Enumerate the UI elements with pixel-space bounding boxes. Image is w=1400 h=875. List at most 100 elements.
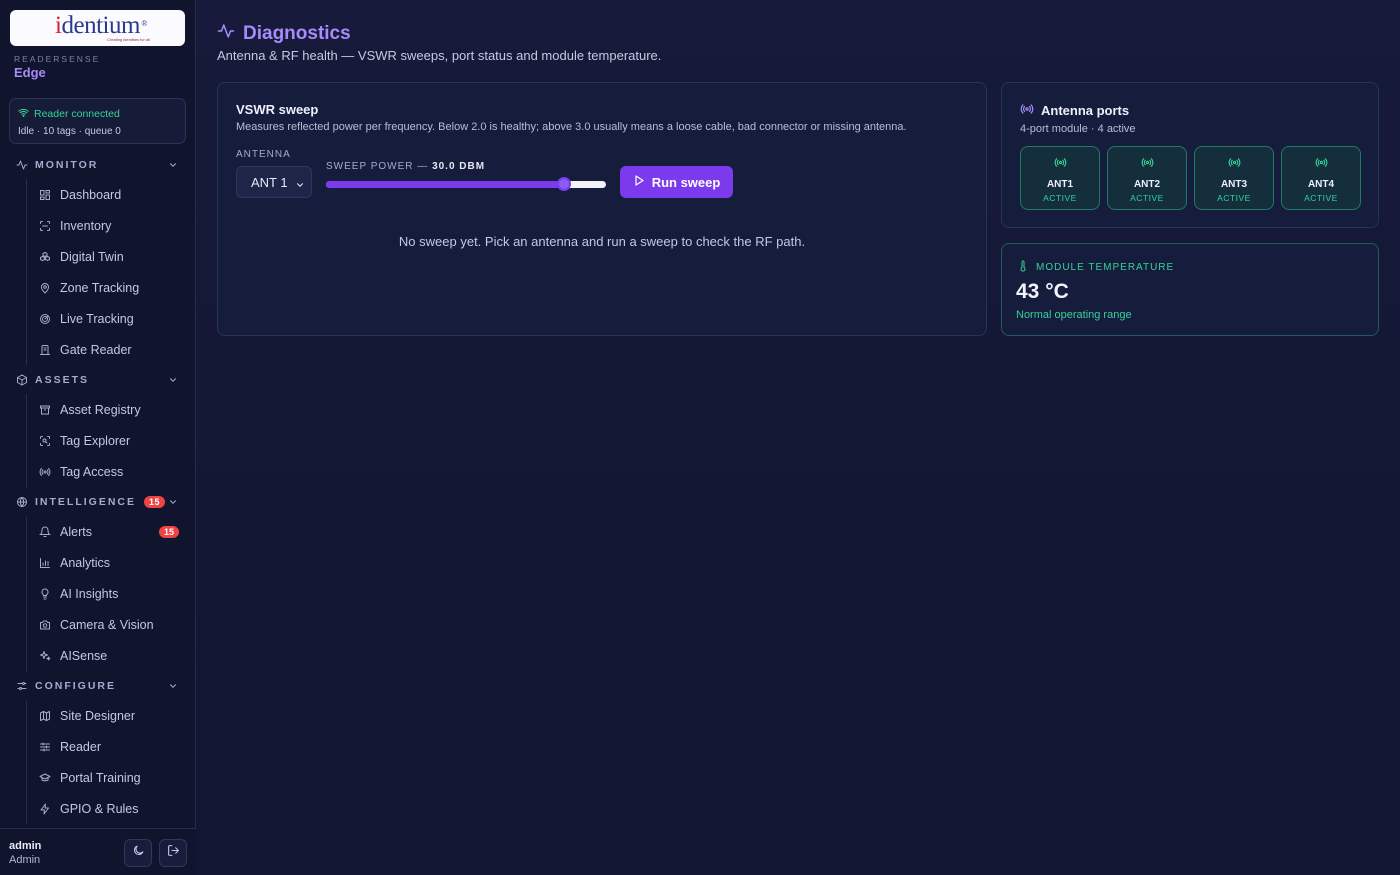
sidebar-item-reader[interactable]: Reader [27, 731, 187, 762]
sidebar-item-label: Live Tracking [60, 311, 134, 326]
product-edition: Edge [14, 65, 46, 80]
vswr-sweep-card: VSWR sweep Measures reflected power per … [217, 82, 987, 336]
sidebar-item-label: Alerts [60, 524, 92, 539]
sidebar-item-label: Gate Reader [60, 342, 132, 357]
nav-section-configure[interactable]: CONFIGURE [0, 674, 196, 698]
nav-group-monitor: Dashboard Inventory Digital Twin Zone Tr… [26, 179, 187, 365]
sidebar: identium ® Creating identities for all RE… [0, 0, 196, 875]
activity-icon [16, 159, 28, 171]
sidebar-item-asset-registry[interactable]: Asset Registry [27, 394, 187, 425]
card-title: Antenna ports [1041, 103, 1130, 118]
scan-icon [39, 220, 51, 232]
sidebar-item-tag-explorer[interactable]: Tag Explorer [27, 425, 187, 456]
card-subtitle: 4-port module · 4 active [1020, 123, 1136, 135]
antenna-port-ant3[interactable]: ANT3 ACTIVE [1194, 146, 1274, 210]
radio-icon [1020, 102, 1034, 119]
run-sweep-button[interactable]: Run sweep [620, 166, 733, 198]
gate-icon [39, 344, 51, 356]
sliders-icon [39, 741, 51, 753]
user-bar: admin Admin [0, 828, 196, 875]
nav-section-label: INTELLIGENCE [35, 496, 137, 508]
theme-toggle-button[interactable] [124, 839, 152, 867]
sidebar-item-label: Portal Training [60, 770, 141, 785]
sidebar-item-digital-twin[interactable]: Digital Twin [27, 241, 187, 272]
sidebar-item-site-designer[interactable]: Site Designer [27, 700, 187, 731]
radar-icon [39, 313, 51, 325]
sidebar-item-gate-reader[interactable]: Gate Reader [27, 334, 187, 365]
antenna-label: ANTENNA [236, 149, 291, 160]
nav-section-assets[interactable]: ASSETS [0, 368, 196, 392]
page-title: Diagnostics [243, 22, 351, 44]
sidebar-item-dashboard[interactable]: Dashboard [27, 179, 187, 210]
antenna-port-ant2[interactable]: ANT2 ACTIVE [1107, 146, 1187, 210]
globe-icon [16, 496, 28, 508]
port-status: ACTIVE [1304, 193, 1338, 203]
logout-button[interactable] [159, 839, 187, 867]
sidebar-item-aisense[interactable]: AISense [27, 640, 187, 671]
main-content: Diagnostics Antenna & RF health — VSWR s… [196, 0, 1400, 875]
sweep-power-value: 30.0 DBM [432, 161, 486, 172]
antenna-port-ant4[interactable]: ANT4 ACTIVE [1281, 146, 1361, 210]
brand-logo[interactable]: identium ® Creating identities for all [10, 10, 185, 46]
graduation-cap-icon [39, 772, 51, 784]
sidebar-item-live-tracking[interactable]: Live Tracking [27, 303, 187, 334]
sidebar-item-label: Camera & Vision [60, 617, 154, 632]
sidebar-item-ai-insights[interactable]: AI Insights [27, 578, 187, 609]
connection-detail: Idle · 10 tags · queue 0 [18, 126, 121, 137]
port-name: ANT4 [1307, 179, 1335, 190]
run-sweep-label: Run sweep [651, 174, 721, 190]
nav-group-configure: Site Designer Reader Portal Training GPI… [26, 700, 187, 824]
nav-section-label: CONFIGURE [35, 680, 116, 692]
sidebar-item-label: Tag Access [60, 464, 124, 479]
card-header: Antenna ports [1020, 102, 1129, 119]
activity-icon [217, 22, 235, 45]
sidebar-item-analytics[interactable]: Analytics [27, 547, 187, 578]
radio-icon [1228, 156, 1241, 174]
chevron-down-icon [168, 497, 178, 510]
port-name: ANT2 [1133, 179, 1161, 190]
settings-sliders-icon [16, 680, 28, 692]
card-title: VSWR sweep [236, 102, 319, 117]
alert-count-badge: 15 [144, 496, 166, 508]
scan-search-icon [39, 435, 51, 447]
sidebar-item-camera-vision[interactable]: Camera & Vision [27, 609, 187, 640]
bar-chart-icon [39, 557, 51, 569]
chevron-down-icon [168, 375, 178, 388]
nav-section-intelligence[interactable]: INTELLIGENCE 15 [0, 490, 196, 514]
user-name: admin [9, 840, 42, 852]
camera-icon [39, 619, 51, 631]
nav-group-assets: Asset Registry Tag Explorer Tag Access [26, 394, 187, 487]
reader-connection-card: Reader connected Idle · 10 tags · queue … [9, 98, 186, 144]
sidebar-item-portal-training[interactable]: Portal Training [27, 762, 187, 793]
sidebar-item-label: Asset Registry [60, 402, 141, 417]
archive-icon [39, 404, 51, 416]
user-role: Admin [9, 854, 41, 866]
nav-section-label: MONITOR [35, 159, 99, 171]
alerts-count-badge: 15 [158, 525, 179, 538]
antenna-ports-card: Antenna ports 4-port module · 4 active A… [1001, 82, 1379, 228]
sweep-power-slider[interactable] [326, 177, 606, 191]
logo-wordmark: identium ® [55, 11, 147, 39]
wifi-icon [18, 107, 29, 121]
sidebar-item-alerts[interactable]: Alerts 15 [27, 516, 187, 547]
antenna-port-ant1[interactable]: ANT1 ACTIVE [1020, 146, 1100, 210]
sidebar-item-label: Zone Tracking [60, 280, 140, 295]
card-header: MODULE TEMPERATURE [1017, 260, 1174, 275]
connection-status: Reader connected [34, 108, 120, 120]
sidebar-item-zone-tracking[interactable]: Zone Tracking [27, 272, 187, 303]
boxes-icon [39, 251, 51, 263]
nav-section-monitor[interactable]: MONITOR [0, 153, 196, 177]
temperature-value: 43 °C [1016, 280, 1069, 303]
antenna-select[interactable]: ANT 1 [236, 166, 312, 198]
page-header: Diagnostics [217, 22, 351, 45]
sidebar-item-label: Site Designer [60, 708, 136, 723]
sidebar-item-label: Inventory [60, 218, 112, 233]
sidebar-item-gpio-rules[interactable]: GPIO & Rules [27, 793, 187, 824]
temperature-status: Normal operating range [1016, 309, 1132, 321]
sidebar-item-inventory[interactable]: Inventory [27, 210, 187, 241]
sidebar-item-tag-access[interactable]: Tag Access [27, 456, 187, 487]
port-status: ACTIVE [1043, 193, 1077, 203]
slider-thumb[interactable] [557, 177, 571, 191]
card-description: Measures reflected power per frequency. … [236, 121, 907, 133]
bell-icon [39, 526, 51, 538]
